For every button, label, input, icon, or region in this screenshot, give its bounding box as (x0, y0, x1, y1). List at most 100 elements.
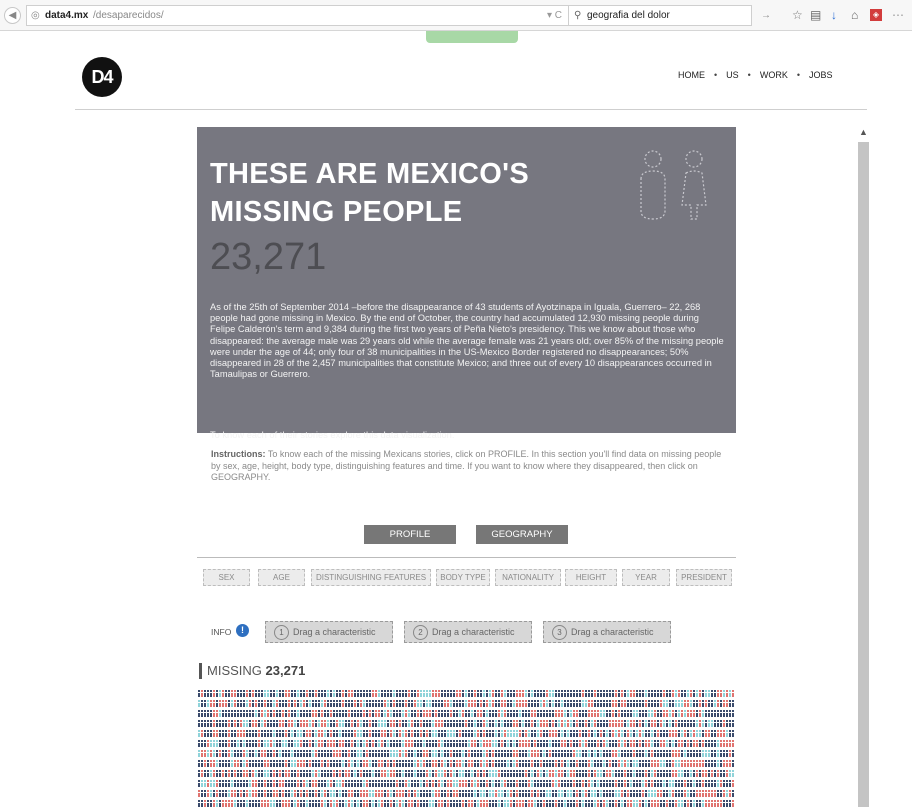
person-glyph-body[interactable] (558, 763, 560, 767)
person-glyph-body[interactable] (684, 773, 686, 777)
person-glyph-body[interactable] (459, 693, 461, 697)
person-glyph-body[interactable] (267, 743, 269, 747)
person-glyph-body[interactable] (357, 733, 359, 737)
person-glyph-body[interactable] (684, 743, 686, 747)
person-glyph-body[interactable] (270, 783, 272, 787)
person-glyph-body[interactable] (276, 693, 278, 697)
person-glyph-body[interactable] (507, 703, 509, 707)
person-glyph-body[interactable] (432, 703, 434, 707)
person-glyph-body[interactable] (216, 753, 218, 757)
person-glyph-body[interactable] (519, 733, 521, 737)
person-glyph-body[interactable] (450, 773, 452, 777)
person-glyph-body[interactable] (540, 793, 542, 797)
person-glyph-body[interactable] (411, 763, 413, 767)
person-glyph-body[interactable] (297, 793, 299, 797)
person-glyph-body[interactable] (378, 773, 380, 777)
person-glyph-body[interactable] (336, 693, 338, 697)
person-glyph-body[interactable] (684, 763, 686, 767)
person-glyph-body[interactable] (339, 713, 341, 717)
person-glyph-body[interactable] (405, 713, 407, 717)
person-glyph-body[interactable] (285, 693, 287, 697)
person-glyph-body[interactable] (288, 763, 290, 767)
person-glyph-body[interactable] (345, 773, 347, 777)
person-glyph-body[interactable] (369, 703, 371, 707)
person-glyph-body[interactable] (528, 773, 530, 777)
person-glyph-body[interactable] (627, 693, 629, 697)
person-glyph-body[interactable] (255, 713, 257, 717)
person-glyph-body[interactable] (243, 793, 245, 797)
person-glyph-body[interactable] (417, 783, 419, 787)
person-glyph-body[interactable] (243, 733, 245, 737)
person-glyph-body[interactable] (717, 763, 719, 767)
person-glyph-body[interactable] (312, 793, 314, 797)
person-glyph-body[interactable] (426, 743, 428, 747)
person-glyph-body[interactable] (720, 753, 722, 757)
person-glyph-body[interactable] (597, 763, 599, 767)
person-glyph-body[interactable] (426, 773, 428, 777)
person-glyph-body[interactable] (504, 693, 506, 697)
bookmark-star-icon[interactable]: ☆ (792, 8, 803, 22)
person-glyph-body[interactable] (486, 783, 488, 787)
person-glyph-body[interactable] (471, 783, 473, 787)
person-glyph-body[interactable] (471, 743, 473, 747)
person-glyph-body[interactable] (477, 733, 479, 737)
person-glyph-body[interactable] (378, 763, 380, 767)
person-glyph-body[interactable] (474, 773, 476, 777)
person-glyph-body[interactable] (552, 793, 554, 797)
person-glyph-body[interactable] (645, 793, 647, 797)
person-glyph-body[interactable] (426, 753, 428, 757)
person-glyph-body[interactable] (384, 723, 386, 727)
person-glyph-body[interactable] (234, 753, 236, 757)
person-glyph-body[interactable] (198, 723, 200, 727)
person-glyph-body[interactable] (354, 713, 356, 717)
person-glyph-body[interactable] (540, 703, 542, 707)
person-glyph-body[interactable] (255, 763, 257, 767)
person-glyph-body[interactable] (597, 793, 599, 797)
person-glyph-body[interactable] (726, 703, 728, 707)
person-glyph-body[interactable] (708, 743, 710, 747)
person-glyph-body[interactable] (522, 703, 524, 707)
person-glyph-body[interactable] (726, 753, 728, 757)
person-glyph-body[interactable] (201, 763, 203, 767)
person-glyph-body[interactable] (234, 713, 236, 717)
person-glyph-body[interactable] (537, 783, 539, 787)
person-glyph-body[interactable] (393, 783, 395, 787)
person-glyph-body[interactable] (234, 723, 236, 727)
person-glyph-body[interactable] (564, 783, 566, 787)
person-glyph-body[interactable] (582, 803, 584, 807)
person-glyph-body[interactable] (510, 693, 512, 697)
person-glyph-body[interactable] (381, 703, 383, 707)
person-glyph-body[interactable] (690, 703, 692, 707)
person-glyph-body[interactable] (501, 773, 503, 777)
person-glyph-body[interactable] (555, 713, 557, 717)
person-glyph-body[interactable] (255, 693, 257, 697)
person-glyph-body[interactable] (252, 723, 254, 727)
person-glyph-body[interactable] (252, 783, 254, 787)
person-glyph-body[interactable] (549, 793, 551, 797)
person-glyph-body[interactable] (582, 693, 584, 697)
person-glyph-body[interactable] (204, 693, 206, 697)
person-glyph-body[interactable] (432, 793, 434, 797)
person-glyph-body[interactable] (591, 783, 593, 787)
person-glyph-body[interactable] (492, 703, 494, 707)
person-glyph-body[interactable] (675, 783, 677, 787)
person-glyph-body[interactable] (528, 703, 530, 707)
person-glyph-body[interactable] (714, 693, 716, 697)
person-glyph-body[interactable] (501, 753, 503, 757)
person-glyph-body[interactable] (489, 773, 491, 777)
person-glyph-body[interactable] (702, 743, 704, 747)
person-glyph-body[interactable] (408, 763, 410, 767)
person-glyph-body[interactable] (522, 693, 524, 697)
person-glyph-body[interactable] (285, 783, 287, 787)
person-glyph-body[interactable] (228, 773, 230, 777)
person-glyph-body[interactable] (252, 743, 254, 747)
person-glyph-body[interactable] (495, 743, 497, 747)
person-glyph-body[interactable] (654, 803, 656, 807)
person-glyph-body[interactable] (615, 753, 617, 757)
person-glyph-body[interactable] (528, 743, 530, 747)
person-glyph-body[interactable] (621, 753, 623, 757)
person-glyph-body[interactable] (711, 753, 713, 757)
person-glyph-body[interactable] (342, 783, 344, 787)
person-glyph-body[interactable] (579, 793, 581, 797)
person-glyph-body[interactable] (270, 723, 272, 727)
